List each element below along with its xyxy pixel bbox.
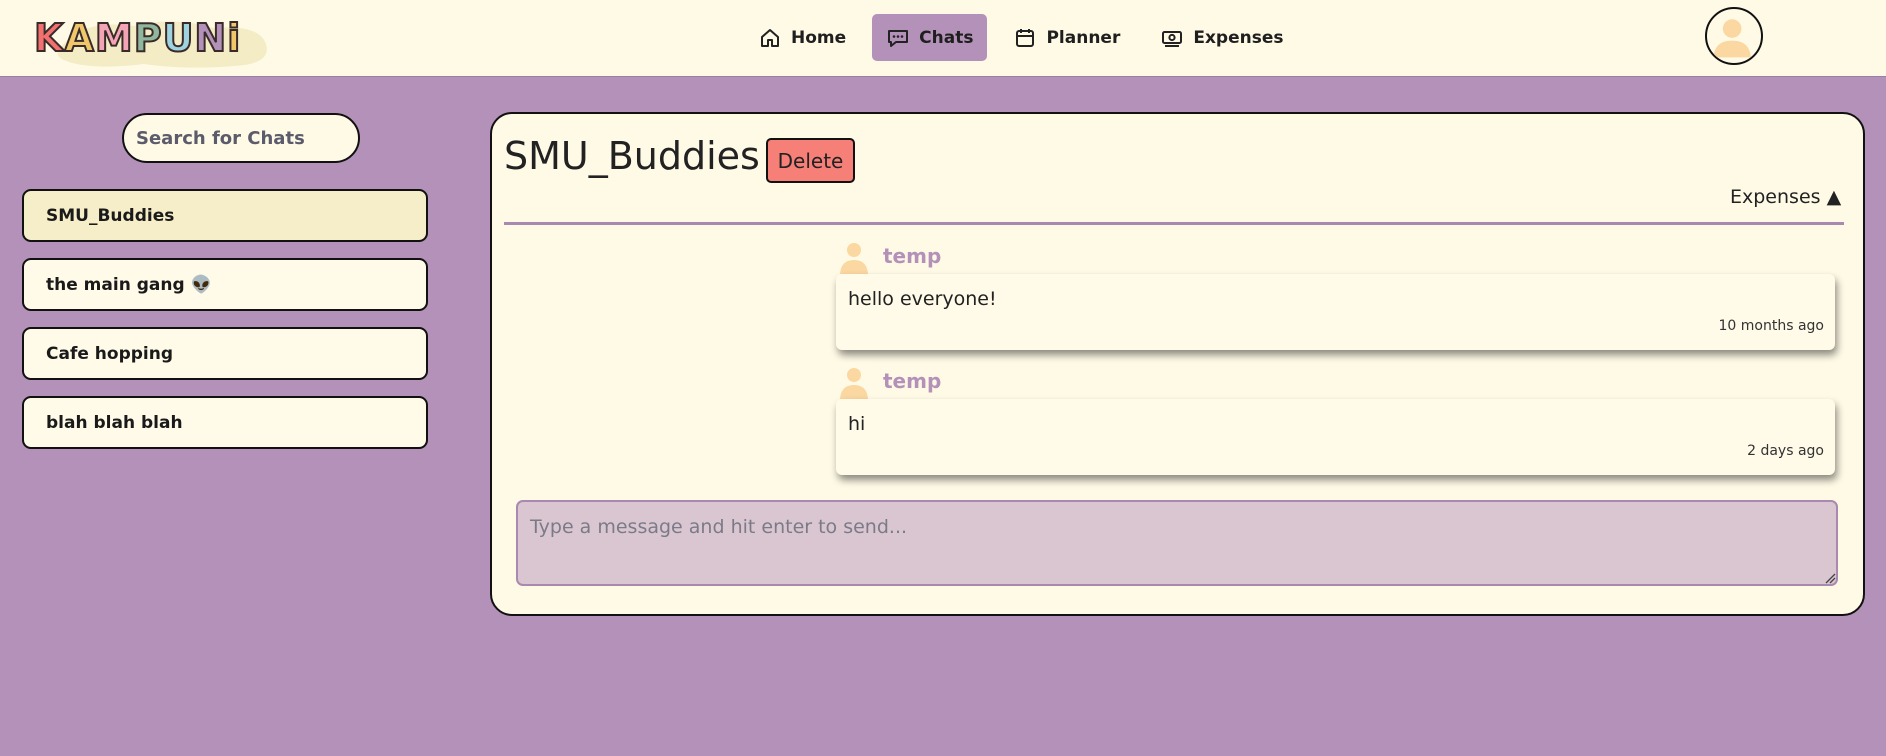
money-icon (1162, 30, 1183, 47)
chat-item-smu-buddies[interactable]: SMU_Buddies (22, 189, 428, 242)
message-bubble: hello everyone! 10 months ago (836, 274, 1835, 350)
nav-planner-label: Planner (1046, 27, 1121, 48)
chat-panel: SMU_Buddies Delete Expenses ▲ temp hello… (490, 112, 1865, 616)
expenses-toggle[interactable]: Expenses ▲ (1730, 186, 1841, 208)
main-nav: Home Chats Planner Expenses (744, 14, 1298, 61)
message-text: hello everyone! (848, 288, 997, 310)
logo-letter: U (162, 15, 195, 61)
nav-home-label: Home (791, 27, 847, 48)
chat-item-cafe-hopping[interactable]: Cafe hopping (22, 327, 428, 380)
message-sender: temp (883, 244, 942, 268)
header-divider (504, 222, 1844, 225)
sender-avatar-icon (836, 238, 872, 274)
delete-chat-button[interactable]: Delete (766, 138, 855, 183)
user-avatar-icon (1713, 19, 1751, 58)
logo-text: KAMPUNi (33, 15, 241, 61)
nav-chats-label: Chats (919, 27, 974, 48)
nav-expenses[interactable]: Expenses (1146, 14, 1297, 61)
logo-letter: i (226, 15, 241, 61)
logo-letter: A (63, 15, 94, 61)
calendar-icon (1016, 28, 1035, 47)
message-time: 10 months ago (1718, 318, 1824, 334)
message-time: 2 days ago (1747, 443, 1824, 459)
nav-chats[interactable]: Chats (872, 14, 988, 61)
profile-avatar-button[interactable] (1705, 7, 1763, 65)
message-header: temp (836, 238, 941, 274)
logo-letter: M (94, 15, 134, 61)
logo-letter: K (33, 15, 64, 61)
nav-home[interactable]: Home (744, 14, 860, 61)
chat-item-main-gang[interactable]: the main gang 👽 (22, 258, 428, 311)
message-bubble: hi 2 days ago (836, 399, 1835, 475)
sender-avatar-icon (836, 363, 872, 399)
home-icon (761, 28, 779, 47)
message-text: hi (848, 413, 866, 435)
message-sender: temp (883, 369, 942, 393)
nav-expenses-label: Expenses (1193, 27, 1284, 48)
logo-letter: N (193, 15, 227, 61)
resize-grip-icon[interactable] (1824, 572, 1836, 584)
message-header: temp (836, 363, 941, 399)
nav-planner[interactable]: Planner (999, 14, 1134, 61)
chat-search-input[interactable] (122, 113, 360, 163)
kampuni-logo[interactable]: KAMPUNi (33, 12, 267, 68)
chat-list: SMU_Buddies the main gang 👽 Cafe hopping… (22, 189, 428, 465)
logo-letter: P (133, 15, 163, 61)
chat-icon (888, 29, 909, 47)
chat-title: SMU_Buddies (504, 134, 760, 178)
chat-item-blah-blah[interactable]: blah blah blah (22, 396, 428, 449)
message-compose-input[interactable] (516, 500, 1838, 586)
top-navbar: KAMPUNi Home Chats Planner Expenses (0, 0, 1886, 77)
